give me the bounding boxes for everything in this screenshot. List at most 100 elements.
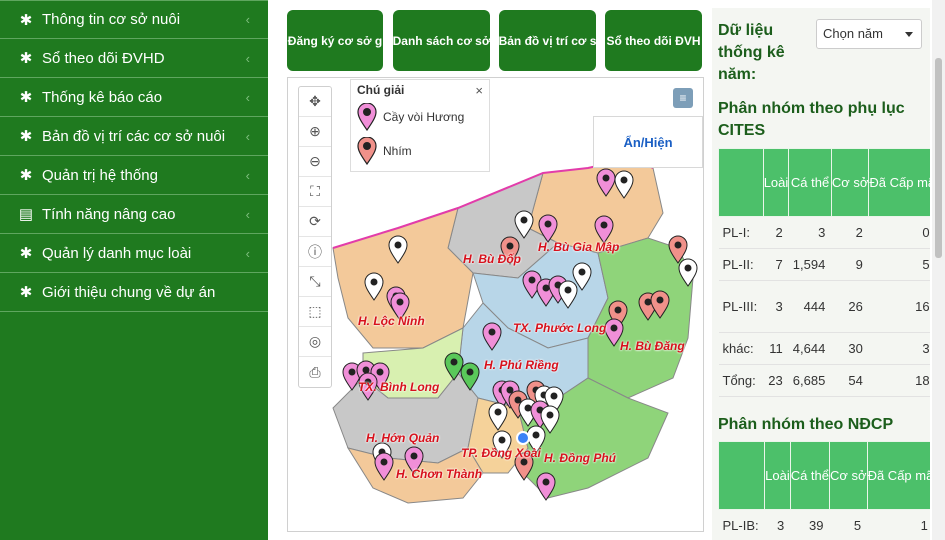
marker-glyph bbox=[394, 241, 402, 249]
sidebar-item[interactable]: ✱ Quản trị hệ thống ‹ bbox=[0, 156, 268, 195]
sidebar-item[interactable]: ✱ Bản đồ vị trí các cơ sở nuôi ‹ bbox=[0, 117, 268, 156]
column-header: Đã Cấp mã bbox=[868, 148, 930, 217]
marker-glyph bbox=[370, 278, 378, 286]
marker-glyph bbox=[546, 411, 554, 419]
table-cell: 3 bbox=[868, 332, 930, 365]
chevron-left-icon: ‹ bbox=[245, 245, 250, 261]
map-view[interactable]: H. Bù Gia Mập H. Bù Đốp H. Lộc Ninh TX. … bbox=[287, 77, 704, 532]
id-card-icon: ▤ bbox=[18, 206, 34, 223]
year-select[interactable]: Chọn năm bbox=[816, 19, 922, 49]
column-header: Cá thể bbox=[789, 441, 831, 510]
marker-glyph bbox=[532, 431, 540, 439]
district-label: H. Đồng Phú bbox=[544, 451, 616, 465]
cites-table: LoàiCá thểCơ sởĐã Cấp mãCấp trong nămPL-… bbox=[718, 148, 930, 397]
close-icon[interactable]: × bbox=[475, 83, 483, 98]
table-cell: 2 bbox=[763, 216, 789, 249]
marker-glyph bbox=[614, 306, 622, 314]
column-header: Loài bbox=[762, 148, 790, 217]
marker-glyph bbox=[542, 284, 550, 292]
asterisk-icon: ✱ bbox=[19, 167, 33, 184]
tab-tracking-book[interactable]: Sổ theo dõi ĐVH bbox=[605, 10, 702, 71]
column-header: Cơ sở bbox=[829, 441, 868, 510]
panel-scrollbar-thumb[interactable] bbox=[935, 58, 942, 258]
table-header-row: LoàiCá thểCơ sởĐã Cấp mãCấp trong năm bbox=[718, 148, 930, 217]
asterisk-icon: ✱ bbox=[19, 89, 33, 106]
marker-glyph bbox=[644, 298, 652, 306]
pink-marker-icon bbox=[357, 103, 377, 131]
tab-register-facility[interactable]: Đăng ký cơ sở g bbox=[287, 10, 383, 71]
district-label: H. Phú Riềng bbox=[484, 358, 559, 372]
show-hide-button[interactable]: Ẩn/Hiện bbox=[593, 116, 703, 168]
district-label: H. Chơn Thành bbox=[396, 467, 483, 481]
print-icon[interactable]: ⎙ bbox=[299, 357, 331, 387]
district-label: H. Bù Gia Mập bbox=[538, 240, 620, 254]
marker-glyph bbox=[376, 368, 384, 376]
sidebar-item[interactable]: ✱ Giới thiệu chung về dự án bbox=[0, 273, 268, 312]
sidebar-item[interactable]: ✱ Thống kê báo cáo ‹ bbox=[0, 78, 268, 117]
zoom-in-icon[interactable]: ⊕ bbox=[299, 117, 331, 147]
sidebar-item[interactable]: ✱ Thông tin cơ sở nuôi ‹ bbox=[0, 0, 268, 39]
legend-item: Nhím bbox=[357, 137, 483, 165]
marker-glyph bbox=[600, 221, 608, 229]
table-row: PL-III: 3 444 26 16 bbox=[718, 280, 930, 333]
select-area-icon[interactable]: ⬚ bbox=[299, 297, 331, 327]
asterisk-icon: ✱ bbox=[19, 11, 33, 29]
asterisk-icon: ✱ bbox=[19, 128, 33, 145]
zoom-out-icon[interactable]: ⊖ bbox=[299, 147, 331, 177]
marker-glyph bbox=[610, 324, 618, 332]
layers-icon[interactable]: ≡ bbox=[673, 88, 693, 108]
table-row: PL-II: 7 1,594 9 5 bbox=[718, 248, 930, 281]
legend-label: Nhím bbox=[383, 144, 412, 158]
map-toolbar: ✥ ⊕ ⊖ ⛶ ⟳ ⓘ ⤡ ⬚ ◎ ⎙ bbox=[298, 86, 332, 388]
measure-icon[interactable]: ⤡ bbox=[299, 267, 331, 297]
table-cell: PL-II: bbox=[718, 248, 764, 281]
table-cell: 23 bbox=[763, 364, 789, 397]
table-row: khác: 11 4,644 30 3 bbox=[718, 332, 930, 365]
sidebar-item[interactable]: ✱ Sổ theo dõi ĐVHD ‹ bbox=[0, 39, 268, 78]
sidebar-item-label: Quản trị hệ thống bbox=[42, 166, 158, 184]
table-cell: 26 bbox=[831, 280, 869, 333]
refresh-icon[interactable]: ⟳ bbox=[299, 207, 331, 237]
cites-section-title: Phân nhóm theo phụ lục CITES bbox=[718, 100, 905, 139]
table-cell: PL-IB: bbox=[718, 509, 765, 540]
table-cell: 7 bbox=[763, 248, 789, 281]
marker-glyph bbox=[674, 241, 682, 249]
district-label: H. Hớn Quản bbox=[366, 431, 440, 445]
district-label: TX. Bình Long bbox=[358, 380, 440, 394]
table-cell: 4,644 bbox=[788, 332, 832, 365]
table-cell: 3 bbox=[763, 280, 789, 333]
year-select-value: Chọn năm bbox=[823, 26, 883, 41]
marker-glyph bbox=[602, 174, 610, 182]
sidebar-item[interactable]: ▤ Tính năng nâng cao ‹ bbox=[0, 195, 268, 234]
sidebar-item-label: Quản lý danh mục loài bbox=[42, 244, 192, 262]
column-header: Đã Cấp mã bbox=[866, 441, 930, 510]
sidebar-item[interactable]: ✱ Quản lý danh mục loài ‹ bbox=[0, 234, 268, 273]
table-cell: 0 bbox=[868, 216, 930, 249]
marker-glyph bbox=[488, 328, 496, 336]
table-cell: 39 bbox=[790, 509, 830, 540]
pan-icon[interactable]: ✥ bbox=[299, 87, 331, 117]
sidebar-item-label: Sổ theo dõi ĐVHD bbox=[42, 49, 165, 67]
legend-item: Cầy vòi Hương bbox=[357, 103, 483, 131]
info-icon[interactable]: ⓘ bbox=[299, 237, 331, 267]
table-cell: 11 bbox=[763, 332, 789, 365]
tab-location-map[interactable]: Bản đồ vị trí cơ s bbox=[499, 10, 596, 71]
marker-glyph bbox=[466, 368, 474, 376]
table-cell: 9 bbox=[831, 248, 869, 281]
table-cell: PL-I: bbox=[718, 216, 764, 249]
district-label: TP. Đồng Xoài bbox=[461, 446, 541, 460]
fullscreen-icon[interactable]: ⛶ bbox=[299, 177, 331, 207]
table-cell: Tổng: bbox=[718, 364, 764, 397]
chevron-left-icon: ‹ bbox=[245, 89, 250, 105]
table-cell: 3 bbox=[764, 509, 791, 540]
table-cell: 444 bbox=[788, 280, 832, 333]
marker-glyph bbox=[542, 478, 550, 486]
legend-title: Chú giải bbox=[357, 83, 405, 97]
table-cell: 54 bbox=[831, 364, 869, 397]
sidebar-item-label: Bản đồ vị trí các cơ sở nuôi bbox=[42, 127, 226, 145]
marker-glyph bbox=[520, 216, 528, 224]
locate-icon[interactable]: ◎ bbox=[299, 327, 331, 357]
sidebar-item-label: Thông tin cơ sở nuôi bbox=[42, 11, 181, 28]
marker-glyph bbox=[362, 366, 370, 374]
tab-facility-list[interactable]: Danh sách cơ sở bbox=[393, 10, 490, 71]
